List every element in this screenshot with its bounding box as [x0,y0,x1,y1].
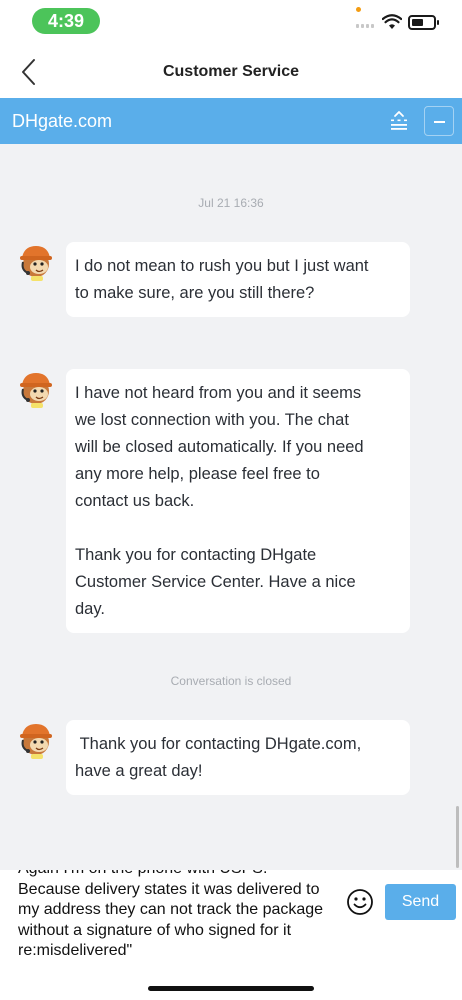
message-composer: Again I'm on the phone with USPS. Becaus… [0,870,462,1000]
status-time: 4:39 [32,8,100,34]
message-timestamp: Jul 21 16:36 [198,196,264,210]
chevron-left-icon [22,59,35,85]
battery-icon [408,15,439,30]
minimize-icon [434,121,445,123]
message-text: Thank you for contacting DHgate Customer… [75,546,356,618]
message-input-value: Again I'm on the phone with USPS. Becaus… [18,870,324,959]
agent-avatar [20,724,52,759]
message-bubble: Thank you for contacting DHgate.com, hav… [66,720,410,795]
home-indicator[interactable] [148,986,314,991]
smiley-face-icon[interactable] [346,888,374,916]
send-button[interactable]: Send [385,884,456,920]
navigation-bar: Customer Service [0,44,462,98]
message-text: I have not heard from you and it seems w… [75,384,364,510]
expand-icon[interactable] [386,109,412,133]
privacy-indicator-dot [356,7,361,12]
chat-scrollbar[interactable] [456,806,459,868]
message-text: I do not mean to rush you but I just wan… [75,257,369,302]
message-bubble: I do not mean to rush you but I just wan… [66,242,410,317]
agent-avatar [20,246,52,281]
page-title: Customer Service [162,63,300,80]
signal-icon [356,24,374,28]
chat-header: DHgate.com [0,98,462,144]
message-input[interactable]: Again I'm on the phone with USPS. Becaus… [18,870,340,980]
chat-transcript[interactable]: Jul 21 16:36 I do not mean to rush you b… [0,144,462,870]
brand-name: DHgate.com [12,111,113,131]
message-bubble: I have not heard from you and it seems w… [66,369,410,633]
conversation-closed-note: Conversation is closed [170,674,292,688]
minimize-button[interactable] [424,106,454,136]
agent-avatar [20,373,52,408]
back-button[interactable] [14,56,44,86]
message-text: Thank you for contacting DHgate.com, hav… [75,735,362,780]
wifi-icon [382,14,402,29]
status-bar: 4:39 [0,0,462,44]
